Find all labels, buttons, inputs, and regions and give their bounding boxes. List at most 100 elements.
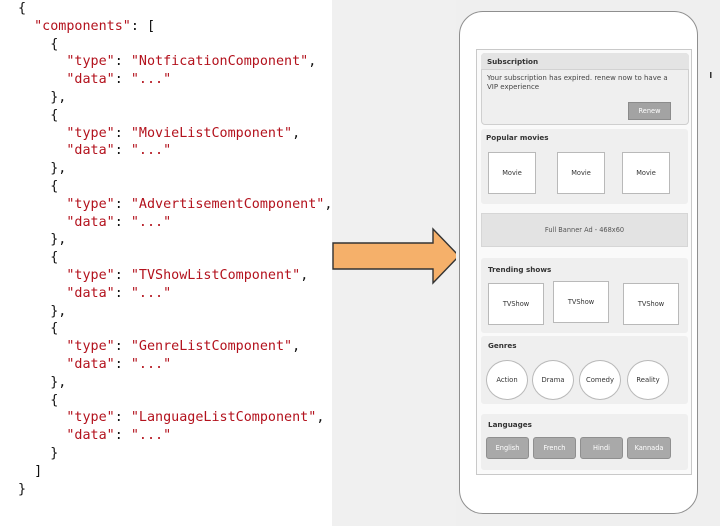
code-punctuation: : [ — [130, 18, 156, 34]
genre-action[interactable]: Action — [486, 360, 528, 400]
code-string: "TVShowListComponent" — [130, 267, 301, 283]
code-punctuation — [18, 72, 66, 87]
code-line: { — [18, 0, 332, 18]
code-punctuation: { — [18, 392, 59, 408]
code-line: { — [18, 178, 332, 196]
code-line: { — [18, 36, 332, 54]
code-punctuation: , — [300, 267, 309, 283]
subscription-title: Subscription — [487, 57, 539, 66]
code-string: "..." — [130, 143, 172, 159]
code-line: } — [18, 445, 332, 463]
code-punctuation — [18, 215, 66, 230]
code-line: ] — [18, 463, 332, 481]
code-key: "data" — [66, 143, 115, 159]
code-line: }, — [18, 303, 332, 321]
genre-drama[interactable]: Drama — [532, 360, 574, 400]
code-line: "type": "MovieListComponent", — [18, 125, 332, 143]
code-punctuation: { — [18, 250, 59, 266]
code-punctuation: : — [114, 428, 131, 444]
tvshow-tile-2[interactable]: TVShow — [553, 281, 609, 323]
code-punctuation: ] — [18, 463, 43, 479]
code-punctuation: , — [308, 54, 317, 70]
code-line: { — [18, 392, 332, 410]
code-punctuation: } — [18, 481, 27, 497]
code-key: "components" — [34, 18, 131, 34]
code-punctuation: : — [114, 410, 131, 426]
code-key: "type" — [66, 125, 115, 141]
code-string: "..." — [130, 285, 172, 301]
code-punctuation: : — [114, 339, 131, 355]
code-punctuation — [18, 428, 66, 443]
popular-movies-title: Popular movies — [486, 133, 549, 142]
movie-tile-2[interactable]: Movie — [557, 152, 605, 194]
code-string: "AdvertisementComponent" — [130, 196, 325, 212]
code-key: "data" — [66, 285, 115, 301]
code-punctuation — [18, 143, 66, 158]
code-punctuation: }, — [18, 374, 67, 390]
movie-tile-3[interactable]: Movie — [622, 152, 670, 194]
subscription-message: Your subscription has expired. renew now… — [487, 74, 668, 91]
code-punctuation: : — [114, 267, 131, 283]
code-punctuation — [18, 197, 66, 212]
code-punctuation: }, — [18, 303, 67, 319]
code-punctuation: : — [114, 196, 131, 212]
genre-reality[interactable]: Reality — [627, 360, 669, 400]
code-punctuation: : — [114, 356, 131, 372]
components-json-code: { "components": [ { "type": "Notfication… — [18, 0, 332, 498]
genre-comedy[interactable]: Comedy — [579, 360, 621, 400]
code-line: }, — [18, 160, 332, 178]
code-punctuation — [18, 286, 66, 301]
code-punctuation: : — [114, 125, 131, 141]
code-punctuation: , — [292, 339, 301, 355]
banner-ad[interactable]: Full Banner Ad - 468x60 — [481, 213, 688, 247]
code-punctuation: { — [18, 36, 59, 52]
trending-shows-title: Trending shows — [488, 265, 552, 274]
code-punctuation: , — [292, 125, 301, 141]
code-string: "LanguageListComponent" — [130, 410, 317, 426]
genres-title: Genres — [488, 341, 517, 350]
language-kannada[interactable]: Kannada — [627, 437, 671, 459]
code-line: "data": "..." — [18, 214, 332, 232]
code-punctuation: { — [18, 107, 59, 123]
tvshow-tile-3[interactable]: TVShow — [623, 283, 679, 325]
code-punctuation: : — [114, 285, 131, 301]
code-punctuation — [18, 54, 66, 69]
code-punctuation — [18, 126, 66, 141]
code-string: "..." — [130, 72, 172, 88]
code-punctuation: } — [18, 445, 59, 461]
code-line: }, — [18, 89, 332, 107]
tvshow-tile-1[interactable]: TVShow — [488, 283, 544, 325]
code-punctuation: { — [18, 1, 27, 16]
code-line: }, — [18, 231, 332, 249]
code-key: "type" — [66, 267, 115, 283]
renew-button[interactable]: Renew — [628, 102, 671, 120]
language-english[interactable]: English — [486, 437, 529, 459]
code-line: } — [18, 481, 332, 499]
code-punctuation: }, — [18, 232, 67, 248]
language-hindi[interactable]: Hindi — [580, 437, 623, 459]
code-string: "GenreListComponent" — [130, 339, 293, 355]
code-key: "data" — [66, 428, 115, 444]
code-key: "type" — [66, 54, 115, 70]
code-punctuation: : — [114, 72, 131, 88]
code-punctuation — [18, 19, 34, 34]
code-key: "type" — [66, 410, 115, 426]
code-key: "data" — [66, 214, 115, 230]
code-punctuation — [18, 339, 66, 354]
code-line: "type": "NotficationComponent", — [18, 53, 332, 71]
language-french[interactable]: French — [533, 437, 576, 459]
code-punctuation — [18, 410, 66, 425]
movie-tile-1[interactable]: Movie — [488, 152, 536, 194]
code-key: "type" — [66, 339, 115, 355]
code-punctuation: : — [114, 54, 131, 70]
code-line: { — [18, 249, 332, 267]
code-line: "type": "LanguageListComponent", — [18, 409, 332, 427]
code-string: "..." — [130, 428, 172, 444]
code-line: "data": "..." — [18, 356, 332, 374]
code-string: "..." — [130, 214, 172, 230]
code-line: "components": [ — [18, 18, 332, 36]
code-line: { — [18, 107, 332, 125]
code-punctuation: }, — [18, 161, 67, 177]
code-string: "MovieListComponent" — [130, 125, 293, 141]
code-line: "data": "..." — [18, 71, 332, 89]
